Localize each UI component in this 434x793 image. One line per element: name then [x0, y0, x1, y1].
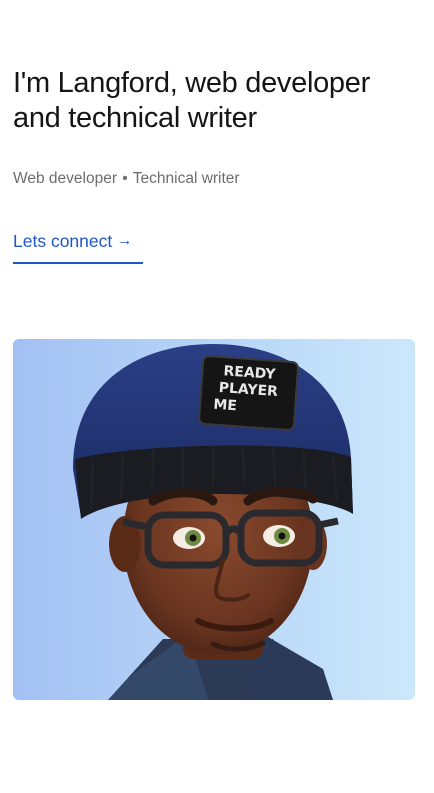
separator-dot: • [122, 170, 128, 187]
avatar-illustration: READY PLAYER ME [73, 344, 353, 700]
role-web-developer: Web developer [13, 170, 117, 187]
role-subtitle: Web developer • Technical writer [13, 170, 240, 188]
avatar-image: READY PLAYER ME [13, 339, 415, 700]
ready-player-me-badge: READY PLAYER ME [198, 355, 299, 431]
role-technical-writer: Technical writer [132, 170, 240, 187]
page: I'm Langford, web developer and technica… [0, 0, 434, 793]
page-title: I'm Langford, web developer and technica… [13, 67, 370, 134]
lets-connect-link[interactable]: Lets connect → [13, 230, 143, 264]
arrow-right-icon: → [117, 232, 133, 249]
lets-connect-label: Lets connect [13, 231, 113, 251]
svg-text:ME: ME [213, 397, 238, 415]
